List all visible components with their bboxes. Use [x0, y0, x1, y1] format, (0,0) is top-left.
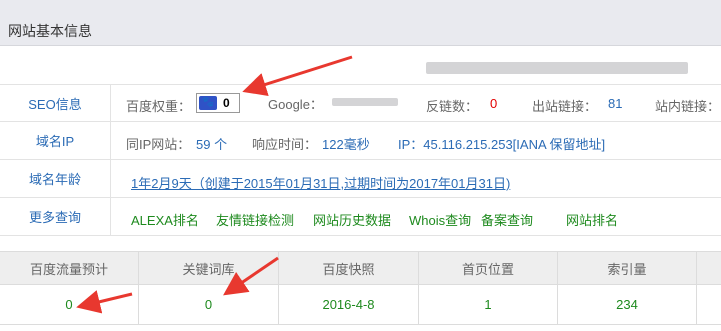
- stats-header-home-position: 首页位置: [419, 252, 558, 284]
- domain-ip-label: 域名IP: [0, 122, 111, 159]
- link-history[interactable]: 网站历史数据: [313, 210, 391, 229]
- stats-header-row: 百度流量预计 关键词库 百度快照 首页位置 索引量: [0, 251, 721, 285]
- section-title: 网站基本信息: [8, 23, 92, 39]
- link-friend-links[interactable]: 友情链接检测: [216, 210, 294, 229]
- response-time-label: 响应时间：: [252, 137, 318, 152]
- link-whois[interactable]: Whois查询: [409, 210, 471, 229]
- redacted-domain: [426, 62, 688, 74]
- seo-label: SEO信息: [0, 85, 111, 121]
- link-alexa[interactable]: ALEXA排名: [131, 210, 199, 229]
- google-label: Google：: [268, 97, 323, 112]
- stats-header-snapshot: 百度快照: [279, 252, 419, 284]
- same-ip-value[interactable]: 59 个: [196, 134, 227, 153]
- baidu-weight-badge[interactable]: 🐾 0: [196, 93, 240, 113]
- more-queries-label: 更多查询: [0, 198, 111, 235]
- response-time-value: 122毫秒: [322, 137, 370, 152]
- google-value-redacted: [332, 98, 398, 106]
- stats-header-keywords: 关键词库: [139, 252, 279, 284]
- outlinks-value[interactable]: 81: [608, 96, 622, 111]
- ip-address[interactable]: IP：45.116.215.253[IANA 保留地址]: [398, 134, 605, 153]
- inlinks-label: 站内链接：: [655, 99, 721, 114]
- baidu-paw-icon: 🐾: [199, 96, 217, 110]
- domain-age-link[interactable]: 1年2月9天（创建于2015年01月31日,过期时间为2017年01月31日): [131, 173, 510, 192]
- stats-value-keywords[interactable]: 0: [139, 285, 279, 324]
- backlinks-label: 反链数：: [426, 99, 479, 114]
- domain-age-label: 域名年龄: [0, 160, 111, 197]
- baidu-weight-label: 百度权重：: [126, 99, 192, 114]
- stats-value-home-position[interactable]: 1: [419, 285, 558, 324]
- stats-value-traffic[interactable]: 0: [0, 285, 139, 324]
- link-site-rank[interactable]: 网站排名: [566, 210, 618, 229]
- stats-value-index[interactable]: 234: [558, 285, 697, 324]
- backlinks-value[interactable]: 0: [490, 96, 497, 111]
- stats-header-index: 索引量: [558, 252, 697, 284]
- baidu-weight-value: 0: [223, 96, 230, 110]
- stats-header-traffic: 百度流量预计: [0, 252, 139, 284]
- section-header: 网站基本信息: [0, 0, 721, 46]
- same-ip-label: 同IP网站：: [126, 137, 191, 152]
- stats-value-snapshot[interactable]: 2016-4-8: [279, 285, 419, 324]
- link-icp[interactable]: 备案查询: [481, 210, 533, 229]
- outlinks-label: 出站链接：: [532, 99, 598, 114]
- stats-value-row: 0 0 2016-4-8 1 234: [0, 285, 721, 325]
